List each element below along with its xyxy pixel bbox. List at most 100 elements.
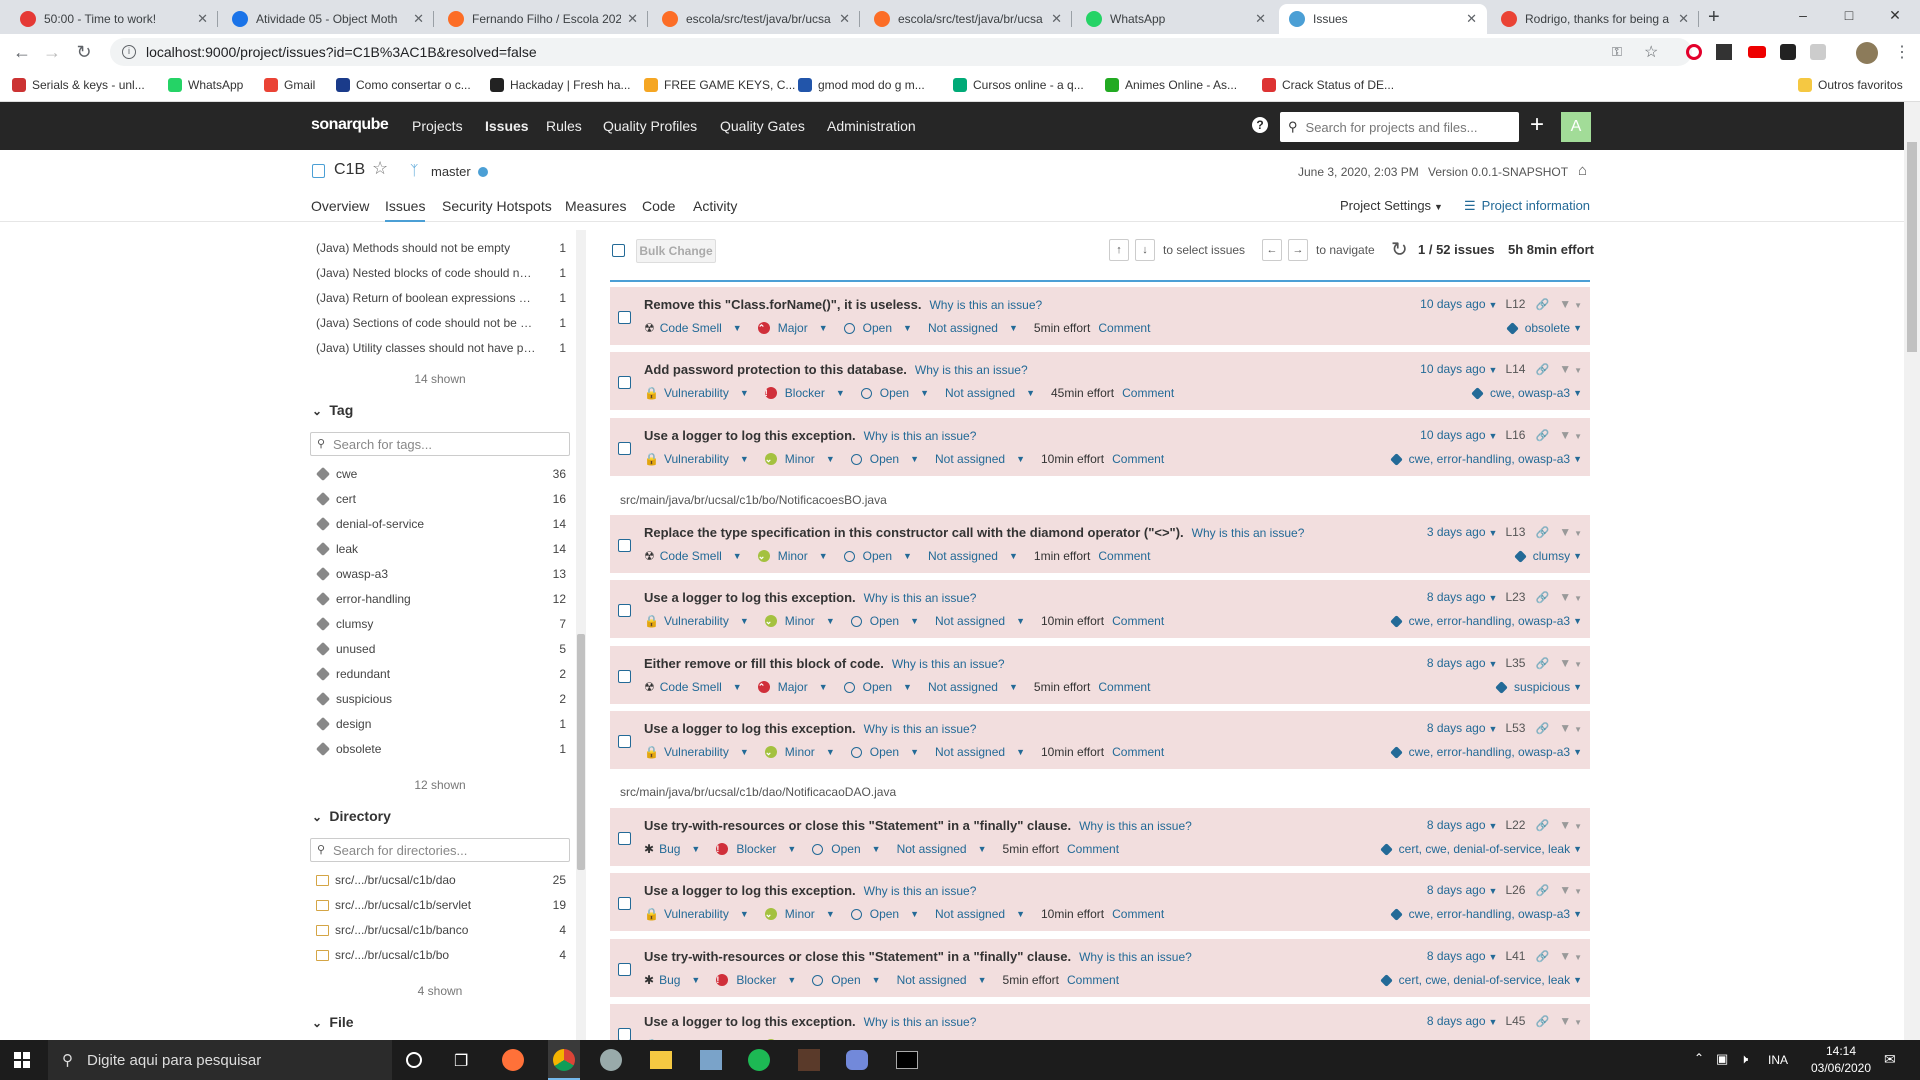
link-icon[interactable]: 🔗 xyxy=(1535,298,1549,311)
issue-age[interactable]: 3 days ago ▼ xyxy=(1427,525,1498,539)
nav-link-administration[interactable]: Administration xyxy=(827,118,916,134)
issue-type-dropdown[interactable]: 🔒Vulnerability▼ xyxy=(644,452,757,466)
issue-type-dropdown[interactable]: 🔒Vulnerability▼ xyxy=(644,907,757,921)
user-avatar[interactable]: A xyxy=(1561,112,1591,142)
component-path[interactable]: src/main/java/br/ucsal/c1b/bo/Notificaco… xyxy=(620,493,887,507)
link-icon[interactable]: 🔗 xyxy=(1535,657,1549,670)
project-information-link[interactable]: ☰ Project information xyxy=(1464,198,1590,214)
issue-line[interactable]: L23 xyxy=(1505,590,1525,604)
opera-extension-icon[interactable] xyxy=(1686,44,1702,60)
directory-facet-item[interactable]: src/.../br/ucsal/c1b/bo 4 xyxy=(316,944,566,966)
issue-line[interactable]: L41 xyxy=(1505,949,1525,963)
profile-avatar[interactable] xyxy=(1856,42,1878,64)
issue-tags[interactable]: cwe, owasp-a3 ▼ xyxy=(1471,386,1582,400)
tab-activity[interactable]: Activity xyxy=(693,198,737,214)
create-plus-icon[interactable]: + xyxy=(1530,111,1544,139)
issue-message[interactable]: Use try-with-resources or close this "St… xyxy=(644,818,1192,833)
issue-status-dropdown[interactable]: Open▼ xyxy=(843,680,920,694)
chrome-taskbar-icon[interactable] xyxy=(548,1040,580,1080)
issue-type-dropdown[interactable]: ☢ Code Smell ▼ xyxy=(644,549,750,563)
network-icon[interactable]: ▣ xyxy=(1716,1051,1728,1067)
issue-message[interactable]: Replace the type specification in this c… xyxy=(644,525,1304,540)
filter-icon[interactable]: ▼ ▼ xyxy=(1559,525,1582,539)
tag-facet-item[interactable]: owasp-a3 13 xyxy=(315,563,566,585)
browser-tab[interactable]: escola/src/test/java/br/ucsa ✕ xyxy=(652,4,860,34)
issue-message[interactable]: Use a logger to log this exception. Why i… xyxy=(644,1014,976,1029)
issue-row[interactable]: Add password protection to this database… xyxy=(610,352,1590,410)
issue-line[interactable]: L14 xyxy=(1505,362,1525,376)
issue-row[interactable]: Use try-with-resources or close this "St… xyxy=(610,939,1590,997)
issue-assignee-dropdown[interactable]: Not assigned▼ xyxy=(928,680,1026,694)
browser-tab[interactable]: Rodrigo, thanks for being a ✕ xyxy=(1491,4,1699,34)
key-icon[interactable]: ⚿ xyxy=(1612,44,1622,60)
why-is-this-an-issue-link[interactable]: Why is this an issue? xyxy=(864,884,977,898)
issue-assignee-dropdown[interactable]: Not assigned▼ xyxy=(897,842,995,856)
issue-message[interactable]: Use a logger to log this exception. Why i… xyxy=(644,721,976,736)
issue-message[interactable]: Use a logger to log this exception. Why i… xyxy=(644,590,976,605)
browser-tab[interactable]: Atividade 05 - Object Moth ✕ xyxy=(222,4,434,34)
issue-status-dropdown[interactable]: Open▼ xyxy=(843,321,920,335)
branch-info-icon[interactable] xyxy=(478,167,488,177)
issue-line[interactable]: L22 xyxy=(1505,818,1525,832)
directory-facet-item[interactable]: src/.../br/ucsal/c1b/dao 25 xyxy=(316,869,566,891)
task-view-icon[interactable]: ❐ xyxy=(454,1051,468,1071)
filter-icon[interactable]: ▼ ▼ xyxy=(1559,883,1582,897)
youtube-extension-icon[interactable] xyxy=(1748,46,1766,58)
firefox-taskbar-icon[interactable] xyxy=(502,1049,524,1071)
tag-facet-item[interactable]: cert 16 xyxy=(315,488,566,510)
tag-facet-item[interactable]: unused 5 xyxy=(315,638,566,660)
nav-link-quality-profiles[interactable]: Quality Profiles xyxy=(603,118,697,134)
nav-link-quality-gates[interactable]: Quality Gates xyxy=(720,118,805,134)
close-window-button[interactable]: ✕ xyxy=(1872,0,1918,30)
app-taskbar-icon[interactable] xyxy=(798,1049,820,1071)
directory-facet-header[interactable]: ⌄ Directory xyxy=(312,808,391,824)
other-bookmarks[interactable]: Outros favoritos xyxy=(1798,78,1903,92)
issue-row[interactable]: Either remove or fill this block of code… xyxy=(610,646,1590,704)
browser-tab[interactable]: Issues ✕ xyxy=(1279,4,1487,34)
comment-link[interactable]: Comment xyxy=(1067,842,1119,856)
issue-severity-dropdown[interactable]: ⌃ Major ▼ xyxy=(757,321,836,335)
volume-icon[interactable]: 🕨 xyxy=(1740,1051,1748,1067)
issue-age[interactable]: 8 days ago ▼ xyxy=(1427,949,1498,963)
close-tab-icon[interactable]: ✕ xyxy=(1255,11,1266,27)
link-icon[interactable]: 🔗 xyxy=(1535,526,1549,539)
tag-facet-item[interactable]: denial-of-service 14 xyxy=(315,513,566,535)
issue-age[interactable]: 8 days ago ▼ xyxy=(1427,721,1498,735)
bookmark-item[interactable]: gmod mod do g m... xyxy=(798,78,925,92)
extension-icon[interactable] xyxy=(1780,44,1796,60)
issue-checkbox[interactable] xyxy=(618,311,631,324)
issue-assignee-dropdown[interactable]: Not assigned▼ xyxy=(897,973,995,987)
close-tab-icon[interactable]: ✕ xyxy=(839,11,850,27)
filter-icon[interactable]: ▼ ▼ xyxy=(1559,428,1582,442)
filter-icon[interactable]: ▼ ▼ xyxy=(1559,362,1582,376)
issue-row[interactable]: Use a logger to log this exception. Why i… xyxy=(610,711,1590,769)
sidebar-scrollbar[interactable] xyxy=(576,230,586,1040)
home-icon[interactable]: ⌂ xyxy=(1578,162,1587,179)
issue-assignee-dropdown[interactable]: Not assigned▼ xyxy=(935,907,1033,921)
issue-row[interactable]: Use a logger to log this exception. Why i… xyxy=(610,873,1590,931)
issue-age[interactable]: 8 days ago ▼ xyxy=(1427,818,1498,832)
component-path[interactable]: src/main/java/br/ucsal/c1b/dao/Notificac… xyxy=(620,785,896,799)
project-settings-menu[interactable]: Project Settings ▼ xyxy=(1340,198,1443,213)
cortana-icon[interactable] xyxy=(406,1052,422,1068)
tag-facet-item[interactable]: error-handling 12 xyxy=(315,588,566,610)
browser-tab[interactable]: Fernando Filho / Escola 202 ✕ xyxy=(438,4,648,34)
url-field[interactable]: i localhost:9000/project/issues?id=C1B%3… xyxy=(110,38,1692,66)
link-icon[interactable]: 🔗 xyxy=(1535,819,1549,832)
tab-measures[interactable]: Measures xyxy=(565,198,626,214)
issue-status-dropdown[interactable]: Open▼ xyxy=(850,907,927,921)
bulk-change-button[interactable]: Bulk Change xyxy=(636,239,716,263)
bookmark-item[interactable]: Animes Online - As... xyxy=(1105,78,1237,92)
filter-icon[interactable]: ▼ ▼ xyxy=(1559,949,1582,963)
issue-severity-dropdown[interactable]: ⌃ Major ▼ xyxy=(757,680,836,694)
select-all-checkbox[interactable] xyxy=(612,244,625,257)
issue-tags[interactable]: cert, cwe, denial-of-service, leak ▼ xyxy=(1379,842,1582,856)
issue-severity-dropdown[interactable]: ⌄Minor▼ xyxy=(764,907,843,921)
nav-link-rules[interactable]: Rules xyxy=(546,118,582,134)
branch-name[interactable]: master xyxy=(431,164,471,179)
issue-tags[interactable]: clumsy ▼ xyxy=(1513,549,1582,563)
bookmark-item[interactable]: WhatsApp xyxy=(168,78,243,92)
favorite-star-icon[interactable]: ☆ xyxy=(372,158,388,179)
issue-age[interactable]: 10 days ago ▼ xyxy=(1420,428,1497,442)
issue-age[interactable]: 10 days ago ▼ xyxy=(1420,362,1497,376)
